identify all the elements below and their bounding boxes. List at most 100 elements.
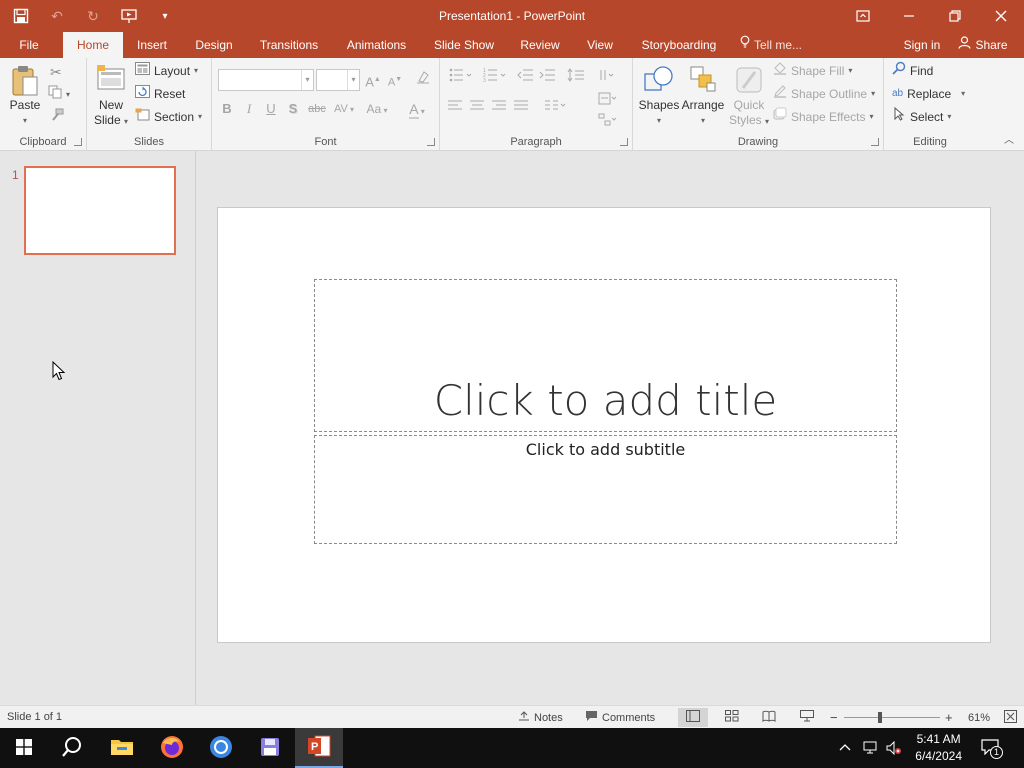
subtitle-placeholder[interactable]: Click to add subtitle bbox=[314, 435, 897, 544]
underline-button[interactable]: U bbox=[262, 99, 280, 119]
tab-review[interactable]: Review bbox=[514, 32, 566, 58]
text-direction-icon[interactable] bbox=[596, 68, 620, 88]
share-button[interactable]: Share bbox=[952, 32, 1014, 58]
system-clock[interactable]: 5:41 AM 6/4/2024 bbox=[915, 731, 962, 765]
line-spacing-icon[interactable] bbox=[564, 68, 592, 88]
quick-styles-button[interactable]: Quick Styles ▾ bbox=[727, 64, 771, 129]
comments-button[interactable]: Comments bbox=[585, 706, 655, 729]
chrome-button[interactable] bbox=[197, 728, 245, 768]
slide-thumbnail[interactable] bbox=[24, 166, 176, 255]
zoom-slider-thumb[interactable] bbox=[878, 712, 883, 723]
shapes-button[interactable]: Shapes ▾ bbox=[637, 64, 681, 128]
network-icon[interactable] bbox=[863, 728, 879, 768]
shape-fill-button[interactable]: Shape Fill ▾ bbox=[773, 61, 852, 81]
select-button[interactable]: Select ▾ bbox=[892, 106, 951, 127]
replace-button[interactable]: ab Replace ▾ bbox=[892, 84, 965, 104]
fit-slide-button[interactable] bbox=[1004, 706, 1017, 729]
slide-show-view-button[interactable] bbox=[792, 708, 822, 727]
font-dialog-launcher[interactable] bbox=[427, 138, 435, 146]
tray-overflow-icon[interactable] bbox=[838, 728, 852, 768]
align-right-icon[interactable] bbox=[490, 99, 508, 119]
paragraph-dialog-launcher[interactable] bbox=[620, 138, 628, 146]
sign-in-link[interactable]: Sign in bbox=[898, 32, 946, 58]
drawing-dialog-launcher[interactable] bbox=[871, 138, 879, 146]
start-from-beginning-icon[interactable] bbox=[118, 5, 140, 27]
reading-view-button[interactable] bbox=[754, 708, 784, 727]
strikethrough-button[interactable]: abc bbox=[306, 99, 328, 119]
format-painter-button[interactable] bbox=[50, 108, 64, 128]
text-shadow-button[interactable]: S bbox=[284, 99, 302, 119]
redo-icon[interactable]: ↻ bbox=[82, 5, 104, 27]
minimize-icon[interactable] bbox=[886, 0, 932, 32]
copy-button[interactable]: ▾ bbox=[48, 85, 70, 105]
character-spacing-button[interactable]: AV ▾ bbox=[330, 99, 358, 119]
find-button[interactable]: Find bbox=[892, 61, 933, 81]
cut-button[interactable]: ✂ bbox=[50, 62, 62, 82]
title-placeholder[interactable]: Click to add title bbox=[314, 279, 897, 432]
new-slide-button[interactable]: New Slide ▾ bbox=[91, 64, 131, 129]
collapse-ribbon-icon[interactable]: ︿ bbox=[1004, 131, 1014, 146]
file-explorer-button[interactable] bbox=[98, 728, 146, 768]
tab-view[interactable]: View bbox=[580, 32, 620, 58]
chevron-down-icon[interactable]: ▾ bbox=[301, 70, 313, 90]
powerpoint-taskbar-button[interactable]: P bbox=[295, 728, 343, 768]
customize-qat-icon[interactable]: ▾ bbox=[154, 5, 176, 27]
font-size-combo[interactable]: ▾ bbox=[316, 69, 360, 91]
zoom-out-button[interactable]: − bbox=[830, 706, 838, 729]
italic-button[interactable]: I bbox=[240, 99, 258, 119]
tab-transitions[interactable]: Transitions bbox=[254, 32, 324, 58]
font-color-button[interactable]: A ▾ bbox=[404, 99, 430, 119]
tab-design[interactable]: Design bbox=[188, 32, 240, 58]
chevron-down-icon[interactable]: ▾ bbox=[347, 70, 359, 90]
tab-file[interactable]: File bbox=[8, 32, 50, 58]
align-text-icon[interactable] bbox=[596, 92, 620, 112]
increase-font-size-button[interactable]: A▲ bbox=[364, 70, 382, 90]
change-case-button[interactable]: Aa ▾ bbox=[362, 99, 392, 119]
tab-animations[interactable]: Animations bbox=[339, 32, 414, 58]
font-name-combo[interactable]: ▾ bbox=[218, 69, 314, 91]
reset-button[interactable]: Reset bbox=[135, 84, 185, 104]
slide-sorter-view-button[interactable] bbox=[717, 708, 747, 727]
notes-button[interactable]: Notes bbox=[518, 706, 563, 729]
zoom-in-button[interactable]: + bbox=[945, 706, 953, 729]
arrange-button[interactable]: Arrange ▾ bbox=[681, 64, 725, 128]
align-left-icon[interactable] bbox=[446, 99, 464, 119]
numbering-icon[interactable]: 123 bbox=[480, 68, 510, 88]
slide-thumbnail-pane[interactable]: 1 bbox=[0, 151, 196, 705]
paste-button[interactable]: Paste ▾ bbox=[6, 64, 44, 128]
align-center-icon[interactable] bbox=[468, 99, 486, 119]
ribbon-display-options-icon[interactable] bbox=[840, 0, 886, 32]
tab-slide-show[interactable]: Slide Show bbox=[428, 32, 500, 58]
tab-home[interactable]: Home bbox=[63, 32, 123, 58]
slide-canvas[interactable]: Click to add title Click to add subtitle bbox=[217, 207, 991, 643]
save-icon[interactable] bbox=[10, 5, 32, 27]
normal-view-button[interactable] bbox=[678, 708, 708, 727]
decrease-indent-icon[interactable] bbox=[516, 68, 534, 88]
volume-muted-icon[interactable] bbox=[886, 728, 902, 768]
bullets-icon[interactable] bbox=[446, 68, 476, 88]
restore-icon[interactable] bbox=[932, 0, 978, 32]
decrease-font-size-button[interactable]: A▼ bbox=[386, 70, 404, 90]
search-button[interactable] bbox=[48, 728, 96, 768]
section-button[interactable]: Section ▾ bbox=[135, 107, 202, 127]
tell-me-box[interactable]: Tell me... bbox=[740, 32, 818, 58]
justify-icon[interactable] bbox=[512, 99, 530, 119]
zoom-slider-track[interactable] bbox=[844, 712, 940, 723]
bold-button[interactable]: B bbox=[218, 99, 236, 119]
undo-icon[interactable]: ↶ bbox=[46, 5, 68, 27]
action-center-button[interactable]: 1 bbox=[981, 728, 1003, 768]
shape-effects-button[interactable]: Shape Effects ▾ bbox=[773, 107, 874, 127]
columns-icon[interactable] bbox=[542, 99, 568, 119]
clear-formatting-icon[interactable] bbox=[414, 70, 432, 90]
firefox-button[interactable] bbox=[148, 728, 196, 768]
clipboard-dialog-launcher[interactable] bbox=[74, 138, 82, 146]
zoom-level[interactable]: 61% bbox=[968, 706, 990, 729]
close-icon[interactable] bbox=[978, 0, 1024, 32]
shape-outline-button[interactable]: Shape Outline ▾ bbox=[773, 84, 875, 104]
app-button[interactable] bbox=[246, 728, 294, 768]
tab-storyboarding[interactable]: Storyboarding bbox=[634, 32, 724, 58]
start-button[interactable] bbox=[0, 728, 48, 768]
smartart-icon[interactable] bbox=[596, 113, 620, 133]
layout-button[interactable]: Layout ▾ bbox=[135, 61, 198, 81]
increase-indent-icon[interactable] bbox=[538, 68, 556, 88]
